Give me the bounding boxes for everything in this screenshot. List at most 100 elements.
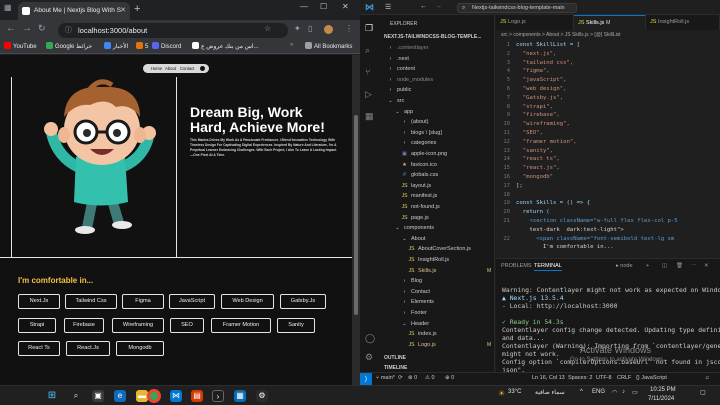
windows-start-icon[interactable]: ⊞ — [46, 390, 58, 402]
all-bookmarks[interactable]: All Bookmarks — [305, 42, 352, 50]
profile-avatar[interactable] — [324, 25, 333, 34]
tree-item[interactable]: › (about) — [400, 119, 429, 125]
site-info-icon[interactable]: ⓘ — [65, 23, 72, 38]
ports-status[interactable]: ⊕ 0 — [445, 375, 454, 381]
extensions-icon[interactable]: ✦ — [294, 24, 301, 33]
task-view-icon[interactable]: ▣ — [92, 390, 104, 402]
outline-section[interactable]: OUTLINE — [384, 355, 406, 361]
vscode-taskbar-icon[interactable]: ⋈ — [170, 390, 182, 402]
tree-item[interactable]: › Footer — [400, 310, 427, 316]
tree-item[interactable]: JS page.js — [400, 215, 429, 221]
search-view-icon[interactable]: ⌕ — [365, 45, 370, 56]
close-tab-icon[interactable]: ✕ — [120, 2, 126, 20]
tree-item[interactable]: ⌄ app — [393, 109, 413, 115]
chrome-icon[interactable] — [147, 389, 161, 403]
weather-icon[interactable]: ☀ — [498, 389, 505, 398]
run-debug-icon[interactable]: ▷ — [365, 89, 372, 100]
remote-indicator-icon[interactable]: ⟩ — [360, 373, 372, 385]
close-panel-icon[interactable]: ✕ — [704, 263, 709, 269]
tree-item[interactable]: › Contact — [400, 289, 430, 295]
clock-date[interactable]: 7/11/2024 — [648, 396, 674, 402]
warnings-status[interactable]: ⚠ 0 — [425, 375, 435, 381]
back-icon[interactable]: ← — [6, 23, 16, 34]
nav-home-link[interactable]: Home — [151, 64, 162, 73]
bookmark-star-icon[interactable]: ☆ — [264, 24, 271, 33]
editor-breadcrumb[interactable]: src > components > About > JS Skills.js … — [496, 31, 720, 40]
scrollbar-thumb[interactable] — [354, 115, 358, 315]
terminal-taskbar-icon[interactable]: › — [212, 390, 224, 402]
store-icon[interactable]: ▤ — [191, 390, 203, 402]
clock-time[interactable]: 10:25 PM — [650, 387, 676, 393]
battery-icon[interactable]: ▭ — [632, 389, 638, 396]
weather-temp[interactable]: 33°C — [508, 389, 521, 395]
bookmark-discord[interactable]: Discord — [152, 42, 181, 50]
tree-item[interactable]: ★ favicon.ico — [400, 162, 437, 168]
tree-item[interactable]: › blogs \ [slug] — [400, 130, 442, 136]
tab-insightroll-js[interactable]: JS InsightRoll.js — [646, 15, 720, 30]
tree-item[interactable]: JS InsightRoll.js — [407, 257, 450, 263]
tree-item[interactable]: ▣ apple-icon.png — [400, 151, 447, 157]
maximize-icon[interactable]: ☐ — [320, 2, 327, 11]
sync-status[interactable]: ⟳ — [398, 375, 403, 381]
browser-tab-active[interactable]: About Me | Nextjs Blog With S ✕ — [18, 2, 130, 20]
tree-item[interactable]: JS Skills.js M — [407, 268, 492, 274]
notifications-bell-icon[interactable]: ♫ — [705, 375, 709, 381]
explorer-icon[interactable]: ❐ — [365, 23, 373, 34]
wifi-icon[interactable]: ◠ — [612, 389, 617, 396]
tree-item[interactable]: ⌄ components — [393, 225, 434, 231]
tree-item[interactable]: JS layout.js — [400, 183, 432, 189]
reload-icon[interactable]: ↻ — [38, 23, 46, 34]
timeline-section[interactable]: TIMELINE — [384, 365, 407, 371]
tab-logo-js[interactable]: JS Logo.js — [496, 15, 574, 30]
new-tab-icon[interactable]: + — [134, 3, 140, 15]
nav-about-link[interactable]: About — [165, 64, 176, 73]
tree-item[interactable]: › Blog — [400, 278, 422, 284]
tree-item[interactable]: JS not-found.js — [400, 204, 440, 210]
tree-item[interactable]: ⌄ About — [400, 236, 425, 242]
tree-item[interactable]: JS manifest.js — [400, 193, 438, 199]
edge-icon[interactable]: e — [114, 390, 126, 402]
bookmark-offers[interactable]: اس من بنك عروض ع... — [192, 42, 259, 50]
encoding[interactable]: UTF-8 — [596, 375, 612, 381]
side-panel-icon[interactable]: ▯ — [308, 24, 312, 33]
weather-text[interactable]: سماء صافية — [535, 389, 565, 396]
account-icon[interactable]: ◯ — [365, 333, 375, 344]
tray-overflow-icon[interactable]: ^ — [580, 389, 583, 395]
split-terminal-icon[interactable]: ◫ — [662, 263, 667, 269]
tree-item[interactable]: › content — [386, 66, 415, 72]
bookmark-youtube[interactable]: YouTube — [4, 42, 37, 50]
indentation[interactable]: Spaces: 2 — [568, 375, 592, 381]
theme-toggle-icon[interactable] — [200, 66, 205, 71]
app-icon[interactable]: ▦ — [234, 390, 246, 402]
tab-skills-js[interactable]: JS Skills.js M — [574, 15, 646, 30]
search-taskbar-icon[interactable]: ⌕ — [70, 390, 82, 402]
settings-gear-icon[interactable]: ⚙ — [365, 352, 373, 363]
nav-forward-icon[interactable]: → — [435, 3, 442, 10]
tree-item[interactable]: ⌄ src — [386, 98, 404, 104]
cursor-position[interactable]: Ln 16, Col 13 — [532, 375, 565, 381]
errors-status[interactable]: ⊗ 0 — [408, 375, 417, 381]
nav-back-icon[interactable]: ← — [420, 3, 427, 10]
project-root[interactable]: NEXTJS-TAILWINDCSS-BLOG-TEMPLE... — [384, 34, 481, 40]
tree-item[interactable]: › .contentlayer — [386, 45, 429, 51]
nav-contact-link[interactable]: Contact — [180, 64, 194, 73]
bookmarks-overflow-icon[interactable]: » — [290, 42, 293, 48]
tree-item[interactable]: JS Logo.js M — [407, 342, 492, 348]
tab-list-icon[interactable]: ▦ — [4, 3, 12, 12]
bookmark-maps[interactable]: Google خرائط — [46, 42, 92, 50]
tree-item[interactable]: › Elements — [400, 299, 434, 305]
close-window-icon[interactable]: ✕ — [342, 2, 349, 11]
kill-terminal-icon[interactable]: 🗑 — [676, 263, 683, 269]
line-ending[interactable]: CRLF — [617, 375, 631, 381]
language-mode[interactable]: {} JavaScript — [636, 375, 667, 381]
command-center-search[interactable]: ⌕ Nextjs-tailwindcss-blog-template-main — [457, 3, 577, 13]
branch-status[interactable]: ⑂ main* — [376, 375, 395, 381]
address-bar[interactable]: ⓘ localhost:3000/about — [58, 23, 288, 38]
tree-item[interactable]: › categories — [400, 140, 437, 146]
tree-item[interactable]: ⌄ Header — [400, 321, 429, 327]
tree-item[interactable]: › public — [386, 87, 412, 93]
menu-kebab-icon[interactable]: ⋮ — [345, 24, 353, 33]
terminal-shell-icon[interactable]: ▸ node — [616, 263, 633, 269]
language-indicator[interactable]: ENG — [592, 389, 605, 395]
bookmark-5[interactable]: 5 — [136, 42, 148, 50]
